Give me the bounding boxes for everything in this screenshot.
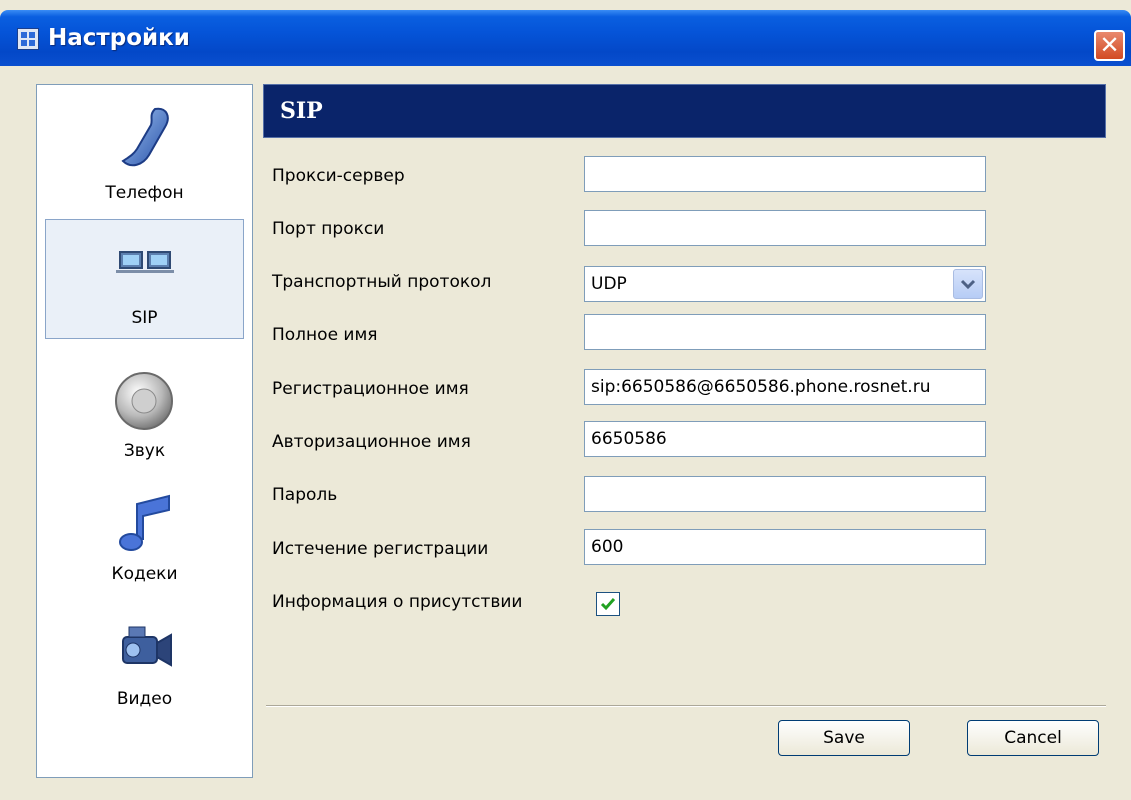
transport-protocol-value: UDP: [591, 274, 627, 294]
save-button[interactable]: Save: [778, 720, 910, 756]
sidebar-item-codecs[interactable]: Кодеки: [45, 480, 244, 600]
proxy-port-label: Порт прокси: [272, 219, 385, 239]
presence-checkbox[interactable]: [596, 592, 620, 616]
sidebar-item-phone[interactable]: Телефон: [45, 95, 244, 215]
chevron-down-icon: [960, 279, 976, 290]
title-bar[interactable]: Настройки ✕: [0, 10, 1131, 66]
checkmark-icon: [600, 598, 616, 611]
divider: [266, 705, 1106, 707]
section-header: SIP: [263, 84, 1106, 138]
password-label: Пароль: [272, 485, 338, 505]
proxy-server-label: Прокси-сервер: [272, 166, 405, 186]
speaker-icon: [115, 372, 173, 430]
sidebar-item-sip[interactable]: SIP: [45, 219, 244, 339]
proxy-port-input[interactable]: [584, 210, 986, 246]
transport-protocol-select[interactable]: UDP: [584, 266, 986, 302]
settings-app-icon: [17, 28, 39, 50]
presence-label: Информация о присутствии: [272, 592, 523, 612]
sidebar-item-label: Телефон: [105, 183, 184, 203]
music-note-icon: [119, 494, 170, 551]
registration-expiry-input[interactable]: 600: [584, 529, 986, 565]
sidebar-item-video[interactable]: Видео: [45, 605, 244, 725]
dropdown-button[interactable]: [953, 269, 983, 299]
full-name-input[interactable]: [584, 314, 986, 350]
sidebar-item-label: Видео: [116, 689, 173, 709]
auth-name-label: Авторизационное имя: [272, 432, 471, 452]
proxy-server-input[interactable]: [584, 156, 986, 192]
section-title: SIP: [280, 98, 323, 124]
network-computers-icon: [116, 251, 174, 273]
settings-sidebar: Телефон SIP Звук Кодеки Видео: [36, 84, 253, 778]
full-name-label: Полное имя: [272, 325, 378, 345]
window-title: Настройки: [48, 25, 190, 51]
transport-protocol-label: Транспортный протокол: [272, 272, 492, 292]
phone-handset-icon: [121, 107, 169, 167]
password-input[interactable]: [584, 476, 986, 512]
video-camera-icon: [122, 626, 172, 667]
registration-name-label: Регистрационное имя: [272, 379, 469, 399]
sidebar-item-label: Кодеки: [111, 564, 178, 584]
close-button[interactable]: ✕: [1094, 30, 1125, 61]
close-icon: ✕: [1099, 31, 1120, 59]
sidebar-item-label: Звук: [123, 441, 166, 461]
cancel-button[interactable]: Cancel: [967, 720, 1099, 756]
registration-name-input[interactable]: sip:6650586@6650586.phone.rosnet.ru: [584, 369, 986, 405]
registration-expiry-label: Истечение регистрации: [272, 539, 489, 559]
sidebar-item-label: SIP: [131, 308, 158, 328]
sidebar-item-sound[interactable]: Звук: [45, 357, 244, 477]
auth-name-input[interactable]: 6650586: [584, 421, 986, 457]
settings-window: Настройки ✕ Телефон SIP Звук Кодеки Виде…: [0, 0, 1131, 800]
